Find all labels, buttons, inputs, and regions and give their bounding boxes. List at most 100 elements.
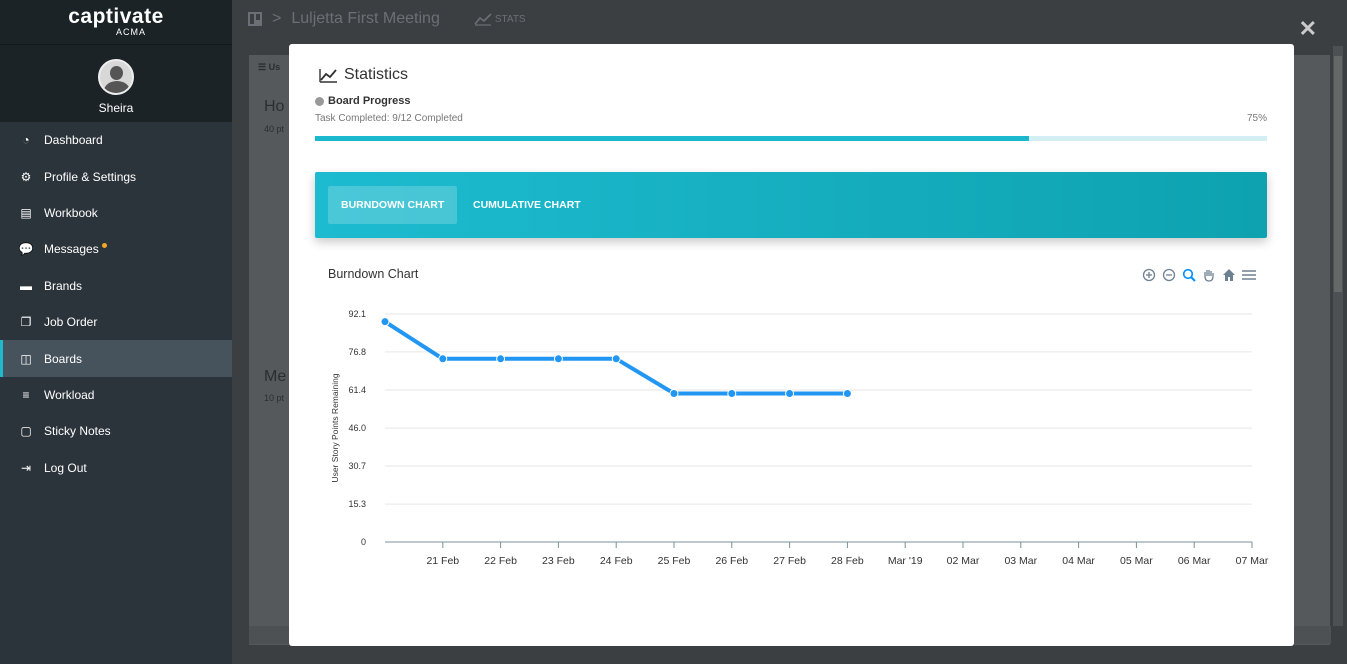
y-tick-label: 30.7 (348, 461, 366, 471)
zoom-out-icon[interactable] (1161, 267, 1177, 283)
sidebar-item-label: Brands (44, 278, 83, 293)
y-tick-label: 46.0 (348, 423, 366, 433)
sidebar-item-label: Sticky Notes (44, 424, 111, 439)
close-icon[interactable]: ✕ (1299, 16, 1317, 42)
brand-name: captivate (68, 5, 164, 28)
tab-burndown-chart[interactable]: BURNDOWN CHART (328, 186, 458, 224)
column-points: 40 pt (264, 124, 285, 134)
x-tick-label: 06 Mar (1178, 555, 1211, 567)
sidebar-item-profile-settings[interactable]: ⚙ Profile & Settings (0, 158, 232, 194)
x-tick-label: 21 Feb (426, 555, 459, 567)
column-points: 10 pt (264, 393, 285, 403)
board-column-bg (249, 55, 289, 645)
data-point (380, 317, 390, 327)
sidebar-item-brands[interactable]: ▬ Brands (0, 268, 232, 304)
x-tick-label: 27 Feb (773, 555, 806, 567)
note-icon: ▢ (20, 424, 32, 439)
modal-title-text: Statistics (344, 66, 409, 83)
y-tick-label: 76.8 (348, 347, 366, 357)
tab-cumulative-chart[interactable]: CUMULATIVE CHART (460, 186, 594, 224)
x-tick-label: 25 Feb (658, 555, 691, 567)
board-column-bg-right (1294, 55, 1330, 645)
sidebar-item-label: Workbook (44, 205, 98, 220)
x-tick-label: 28 Feb (831, 555, 864, 567)
statistics-modal: Statistics Board Progress Task Completed… (289, 44, 1294, 646)
user-profile: Sheira (0, 44, 232, 122)
sidebar-item-label: Dashboard (44, 133, 103, 148)
x-tick-label: 05 Mar (1120, 555, 1153, 567)
task-completed: Task Completed: 9/12 Completed (315, 113, 463, 124)
data-point (611, 354, 621, 364)
board-icon: ◫ (20, 351, 32, 366)
stats-link[interactable]: STATS (474, 12, 526, 26)
sidebar-item-messages[interactable]: 💬 Messages (0, 231, 232, 267)
x-tick-label: 04 Mar (1062, 555, 1095, 567)
sidebar-item-dashboard[interactable]: ◔ Dashboard (0, 122, 232, 158)
sidebar-item-job-order[interactable]: ❐ Job Order (0, 304, 232, 340)
column-title: Ho (264, 98, 285, 115)
y-tick-label: 92.1 (348, 309, 366, 319)
x-tick-label: 24 Feb (600, 555, 633, 567)
y-tick-label: 0 (361, 537, 366, 547)
pan-hand-icon[interactable] (1201, 267, 1217, 283)
data-point (842, 388, 852, 398)
circle-icon (315, 96, 324, 106)
burndown-chart: 0 15.3 30.7 46.0 61.4 76.8 92.1 21 Feb 22 Feb 23 … (330, 309, 1269, 567)
notification-dot (101, 242, 107, 248)
list-icon: ☰ (258, 62, 269, 72)
sidebar-item-boards[interactable]: ◫ Boards (0, 340, 232, 378)
sidebar-item-label: Job Order (44, 315, 98, 330)
scrollbar-thumb[interactable] (1334, 56, 1342, 292)
x-tick-label: 23 Feb (542, 555, 575, 567)
briefcase-icon: ▬ (20, 278, 32, 293)
sidebar-item-label: Boards (44, 351, 83, 366)
progress-percent: 75% (1246, 113, 1267, 124)
data-point (553, 354, 563, 364)
dashboard-icon: ◔ (22, 133, 30, 148)
x-tick-label: 26 Feb (715, 555, 748, 567)
stats-label: STATS (494, 13, 526, 25)
chart-tabs: BURNDOWN CHART CUMULATIVE CHART (315, 172, 1267, 238)
brand-logo[interactable]: captivate ACMA (0, 0, 232, 44)
gears-icon: ⚙ (20, 169, 32, 184)
brand-sub: ACMA (115, 27, 146, 37)
x-tick-label: 22 Feb (484, 555, 517, 567)
board-icon (248, 12, 262, 26)
x-tick-label: 03 Mar (1004, 555, 1037, 567)
x-tick-label: Mar '19 (888, 555, 923, 567)
board-title: Luljetta First Meeting (291, 10, 440, 27)
vertical-scrollbar[interactable] (1333, 46, 1343, 626)
sidebar-item-workload[interactable]: ≡ Workload (0, 377, 232, 413)
sidebar-item-label: Profile & Settings (44, 169, 137, 184)
sidebar-item-label: Log Out (44, 460, 87, 475)
progress-fill (315, 136, 1029, 141)
board-progress-label: Board Progress (315, 95, 411, 107)
book-icon: ▤ (20, 205, 32, 220)
y-tick-label: 61.4 (348, 385, 366, 395)
menu-icon[interactable] (1241, 267, 1257, 283)
lines-icon: ≡ (22, 387, 30, 402)
sidebar-item-workbook[interactable]: ▤ Workbook (0, 195, 232, 231)
logout-icon: ⇥ (20, 460, 32, 475)
search-zoom-icon[interactable] (1181, 267, 1197, 283)
sidebar-item-label: Workload (44, 387, 95, 402)
data-point (669, 388, 679, 398)
home-icon[interactable] (1221, 267, 1237, 283)
column-header: ☰ Us (258, 62, 280, 73)
chart-toolbar (1141, 267, 1257, 283)
data-point (496, 354, 506, 364)
column-header-text: Us (268, 62, 281, 72)
modal-title: Statistics (319, 66, 408, 84)
sidebar-menu: ◔ Dashboard ⚙ Profile & Settings ▤ Workbook 💬 M… (0, 122, 232, 486)
user-name: Sheira (98, 101, 134, 115)
chart-line-icon (474, 13, 492, 26)
sidebar-item-sticky-notes[interactable]: ▢ Sticky Notes (0, 413, 232, 449)
avatar[interactable] (98, 59, 134, 95)
chart-line-icon (319, 68, 337, 83)
y-tick-label: 15.3 (348, 499, 366, 509)
board-progress-text: Board Progress (328, 95, 411, 107)
x-tick-label: 02 Mar (947, 555, 980, 567)
copy-icon: ❐ (20, 315, 32, 330)
zoom-in-icon[interactable] (1141, 267, 1157, 283)
sidebar-item-log-out[interactable]: ⇥ Log Out (0, 450, 232, 486)
